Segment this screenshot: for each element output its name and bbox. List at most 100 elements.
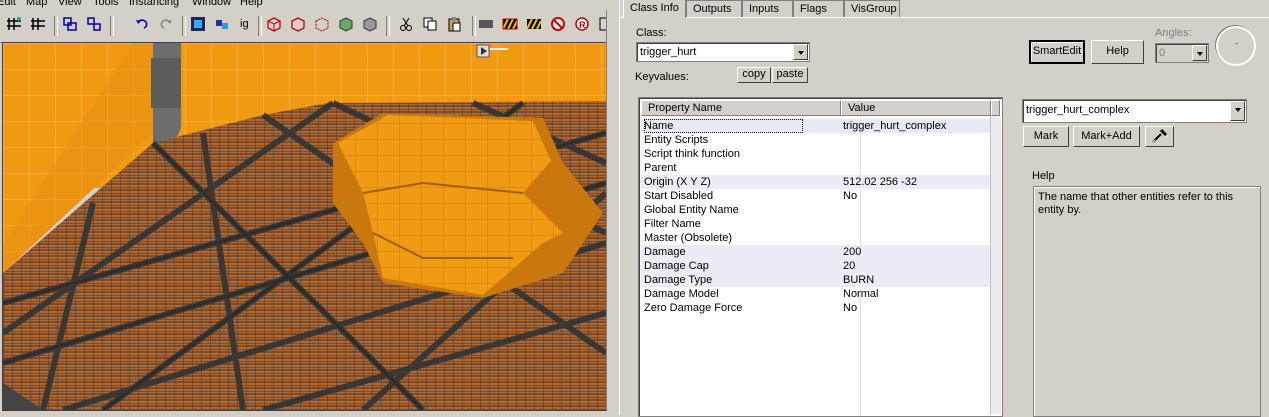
property-row[interactable]: Entity Scripts bbox=[641, 133, 990, 147]
cut-icon[interactable] bbox=[398, 16, 414, 32]
menu-bar: Edit Map View Tools Instancing Window He… bbox=[0, 0, 615, 10]
property-row[interactable]: Damage Model Normal bbox=[641, 287, 990, 301]
redo-icon[interactable] bbox=[158, 16, 174, 32]
property-row[interactable]: Damage 200 bbox=[641, 245, 990, 259]
value-text: trigger_hurt_complex bbox=[1026, 104, 1130, 116]
3d-viewport[interactable] bbox=[2, 42, 607, 411]
angle-dial[interactable] bbox=[1216, 26, 1256, 66]
no-entry-icon[interactable] bbox=[550, 16, 566, 32]
column-header-property-name[interactable]: Property Name bbox=[641, 100, 841, 116]
chevron-down-icon[interactable] bbox=[1230, 101, 1245, 121]
cube-dotted-icon[interactable] bbox=[314, 16, 330, 32]
grid-small-icon[interactable] bbox=[30, 16, 46, 32]
tab-underline bbox=[620, 17, 1269, 18]
keyvalues-label: Keyvalues: bbox=[635, 71, 689, 83]
object-properties-panel: Class Info Outputs Inputs Flags VisGroup… bbox=[619, 0, 1269, 417]
toolbar-separator bbox=[258, 16, 262, 36]
menu-view[interactable]: View bbox=[58, 0, 82, 8]
tab-flags[interactable]: Flags bbox=[793, 0, 844, 17]
property-value: 200 bbox=[843, 246, 862, 258]
pick-entity-button[interactable] bbox=[1145, 126, 1174, 147]
property-name: Parent bbox=[644, 162, 677, 174]
property-list[interactable]: Property Name Value Name trigger_hurt_com… bbox=[638, 97, 1003, 417]
paste-icon[interactable] bbox=[446, 16, 462, 32]
paste-button[interactable]: paste bbox=[772, 67, 808, 83]
property-list-header: Property Name Value bbox=[641, 100, 1000, 116]
tab-inputs[interactable]: Inputs bbox=[742, 0, 793, 17]
property-list-scrollbar[interactable] bbox=[990, 116, 1001, 414]
property-row[interactable]: Start Disabled No bbox=[641, 189, 990, 203]
property-name: Origin (X Y Z) bbox=[644, 176, 711, 188]
property-row[interactable]: Zero Damage Force No bbox=[641, 301, 990, 315]
group-icon[interactable] bbox=[62, 16, 78, 32]
menu-help[interactable]: Help bbox=[240, 0, 263, 8]
toolbar-separator bbox=[472, 16, 476, 36]
property-value: Normal bbox=[843, 288, 879, 300]
angles-dropdown[interactable]: 0 bbox=[1155, 43, 1209, 63]
property-row[interactable]: Origin (X Y Z) 512.02 256 -32 bbox=[641, 175, 990, 189]
hazard-stripe-icon[interactable] bbox=[502, 16, 518, 32]
cube-outline-icon[interactable] bbox=[290, 16, 306, 32]
registered-icon[interactable]: R bbox=[574, 16, 590, 32]
property-name: Damage Model bbox=[644, 288, 719, 300]
carve-icon[interactable] bbox=[190, 16, 206, 32]
menu-instancing[interactable]: Instancing bbox=[129, 0, 179, 8]
class-label: Class: bbox=[636, 27, 667, 39]
help-heading: Help bbox=[1032, 170, 1055, 182]
hollow-icon[interactable] bbox=[214, 16, 230, 32]
menu-window[interactable]: Window bbox=[192, 0, 231, 8]
class-value: trigger_hurt bbox=[640, 46, 697, 58]
copy-icon[interactable] bbox=[422, 16, 438, 32]
smartedit-toggle[interactable]: SmartEdit bbox=[1029, 40, 1085, 64]
class-dropdown[interactable]: trigger_hurt bbox=[636, 42, 810, 62]
property-name: Start Disabled bbox=[644, 190, 714, 202]
undo-icon[interactable] bbox=[134, 16, 150, 32]
menu-tools[interactable]: Tools bbox=[93, 0, 119, 8]
cube-shaded-icon[interactable] bbox=[362, 16, 378, 32]
pane-splitter[interactable] bbox=[1004, 97, 1012, 415]
property-value: 512.02 256 -32 bbox=[843, 176, 918, 188]
mark-button[interactable]: Mark bbox=[1023, 126, 1069, 147]
property-row[interactable]: Parent bbox=[641, 161, 990, 175]
hazard-stripe-alt-icon[interactable] bbox=[526, 16, 542, 32]
toolbar-separator bbox=[54, 16, 58, 36]
tab-class-info[interactable]: Class Info bbox=[623, 0, 686, 18]
property-name: Damage Type bbox=[644, 274, 713, 286]
cube-textured-icon[interactable] bbox=[338, 16, 354, 32]
column-header-value[interactable]: Value bbox=[841, 100, 991, 116]
property-row[interactable]: Damage Cap 20 bbox=[641, 259, 990, 273]
chevron-down-icon[interactable] bbox=[1192, 45, 1207, 61]
property-value: No bbox=[843, 302, 858, 314]
toolbar: ig R bbox=[0, 10, 615, 43]
editor-scrollbar[interactable] bbox=[606, 10, 616, 410]
menu-map[interactable]: Map bbox=[26, 0, 47, 8]
property-row[interactable]: Script think function bbox=[641, 147, 990, 161]
property-row[interactable]: Name trigger_hurt_complex bbox=[641, 119, 990, 133]
chevron-down-icon[interactable] bbox=[793, 44, 808, 60]
property-row[interactable]: Master (Obsolete) bbox=[641, 231, 990, 245]
property-value: BURN bbox=[843, 274, 875, 286]
property-row[interactable]: Filter Name bbox=[641, 217, 990, 231]
menu-edit[interactable]: Edit bbox=[0, 0, 16, 8]
property-name: Master (Obsolete) bbox=[644, 232, 733, 244]
tab-outputs[interactable]: Outputs bbox=[686, 0, 742, 17]
cube-red-icon[interactable] bbox=[266, 16, 282, 32]
help-button[interactable]: Help bbox=[1091, 40, 1144, 64]
value-combobox[interactable]: trigger_hurt_complex bbox=[1022, 99, 1247, 123]
property-value: trigger_hurt_complex bbox=[843, 120, 947, 132]
ungroup-icon[interactable] bbox=[86, 16, 102, 32]
solid-brush-icon[interactable] bbox=[478, 16, 494, 32]
help-text: The name that other entities refer to th… bbox=[1038, 191, 1234, 216]
property-name: Script think function bbox=[644, 148, 740, 160]
property-row[interactable]: Global Entity Name bbox=[641, 203, 990, 217]
grid-icon[interactable] bbox=[6, 16, 22, 32]
property-rows: Name trigger_hurt_complex Entity Scripts … bbox=[641, 119, 990, 315]
copy-button[interactable]: copy bbox=[737, 67, 771, 83]
eyedropper-icon bbox=[1152, 129, 1167, 143]
property-row[interactable]: Damage Type BURN bbox=[641, 273, 990, 287]
mark-add-button[interactable]: Mark+Add bbox=[1073, 126, 1140, 147]
tab-visgroup[interactable]: VisGroup bbox=[844, 0, 900, 17]
toolbar-ig-label[interactable]: ig bbox=[240, 18, 256, 34]
column-header-spacer bbox=[991, 100, 1000, 116]
property-name: Zero Damage Force bbox=[644, 302, 743, 314]
